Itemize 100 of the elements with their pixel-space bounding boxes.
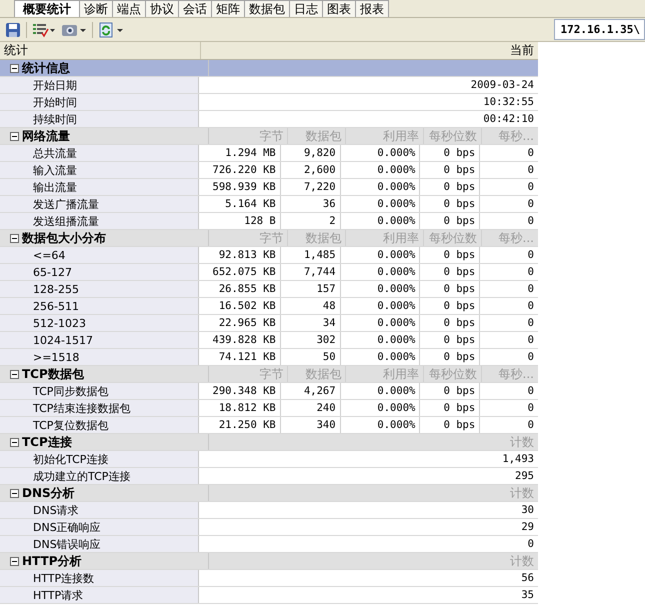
table-cell: 0.000% xyxy=(340,145,420,161)
table-cell: 598.939 KB xyxy=(199,179,281,195)
table-cell: 0 bps xyxy=(420,315,480,331)
collapse-icon[interactable] xyxy=(10,488,19,498)
table-cell: 652.075 KB xyxy=(199,264,281,280)
table-cell: 0.000% xyxy=(340,417,420,433)
row-label: TCP同步数据包 xyxy=(32,384,108,398)
save-icon[interactable] xyxy=(5,22,21,38)
table-cell: 0 bps xyxy=(420,247,480,263)
table-cell: 290.348 KB xyxy=(199,383,281,399)
table-cell-text: 1,493 xyxy=(501,452,535,467)
group-label[interactable]: TCP数据包 xyxy=(22,366,84,382)
list-dropdown-icon[interactable] xyxy=(32,22,56,38)
table-cell: 16.502 KB xyxy=(199,298,281,314)
table-cell: 0.000% xyxy=(340,315,420,331)
table-cell: 157 xyxy=(280,281,341,297)
table-cell: 0 bps xyxy=(420,179,480,195)
group-label[interactable]: 数据包大小分布 xyxy=(22,230,106,246)
row-label: DNS请求 xyxy=(32,502,79,518)
row-label: 512-1023 xyxy=(32,316,86,330)
table-cell: 0.000% xyxy=(340,213,420,229)
table-cell-text: 0 xyxy=(526,248,535,263)
table-cell: 92.813 KB xyxy=(199,247,281,263)
table-cell: 0.000% xyxy=(340,349,420,365)
table-cell: 9,820 xyxy=(280,145,341,161)
column-subheader: 计数 xyxy=(509,434,535,450)
column-subheader: 利用率 xyxy=(346,230,424,246)
group-label[interactable]: DNS分析 xyxy=(22,486,75,500)
table-cell: 240 xyxy=(280,400,341,416)
address-field[interactable]: 172.16.1.35\ xyxy=(554,19,645,40)
table-cell: 0 bps xyxy=(420,400,480,416)
row-label: 开始日期 xyxy=(32,78,77,92)
column-header[interactable]: 统计 xyxy=(0,42,201,59)
table-cell: 0 bps xyxy=(420,332,480,348)
table-cell-text: 0 xyxy=(526,265,535,280)
table-cell: 22.965 KB xyxy=(199,315,281,331)
tab[interactable]: 数据包 xyxy=(244,0,290,17)
tab[interactable]: 报表 xyxy=(355,0,389,17)
table-cell: 0.000% xyxy=(340,383,420,399)
collapse-icon[interactable] xyxy=(10,132,19,140)
table-cell: 128 B xyxy=(199,213,281,229)
tab[interactable]: 诊断 xyxy=(79,0,113,17)
table-cell: 7,220 xyxy=(280,179,341,195)
tab[interactable]: 图表 xyxy=(322,0,356,17)
table-cell-text: 0 xyxy=(526,163,535,178)
table-cell: 0.000% xyxy=(340,247,420,263)
table-cell-text: 0 xyxy=(526,197,535,212)
table-cell-text: 29 xyxy=(520,520,535,535)
table-cell: 34 xyxy=(280,315,341,331)
row-label: 256-511 xyxy=(32,298,79,314)
group-label[interactable]: 网络流量 xyxy=(22,128,70,144)
table-cell-text: 56 xyxy=(520,571,535,586)
table-cell-text: 0 xyxy=(526,350,535,365)
row-label: 持续时间 xyxy=(32,112,77,126)
group-label[interactable]: 统计信息 xyxy=(22,60,70,76)
table-cell-text: 0 xyxy=(526,180,535,195)
column-subheader: 数据包 xyxy=(288,128,346,144)
refresh-dropdown-icon[interactable] xyxy=(98,22,124,38)
table-cell: 0 bps xyxy=(420,383,480,399)
table-cell: 439.828 KB xyxy=(199,332,281,348)
tab[interactable]: 日志 xyxy=(289,0,323,17)
table-cell: 50 xyxy=(280,349,341,365)
tab[interactable]: 矩阵 xyxy=(211,0,245,17)
table-cell: 0.000% xyxy=(340,400,420,416)
table-cell: 0.000% xyxy=(340,196,420,212)
row-label: DNS正确响应 xyxy=(32,520,101,534)
table-cell: 0 bps xyxy=(420,349,480,365)
table-cell-text: 0 xyxy=(526,418,535,433)
table-cell-text: 2009-03-24 xyxy=(470,78,535,93)
collapse-icon[interactable] xyxy=(10,234,19,242)
table-cell: 1.294 MB xyxy=(199,145,281,161)
row-label: 发送组播流量 xyxy=(32,214,99,228)
row-label: HTTP连接数 xyxy=(32,570,94,586)
tab[interactable]: 端点 xyxy=(112,0,146,17)
tab[interactable]: 会话 xyxy=(178,0,212,17)
column-subheader: 利用率 xyxy=(346,128,424,144)
table-cell: 4,267 xyxy=(280,383,341,399)
table-cell-text: 0 xyxy=(526,333,535,348)
row-label: 发送广播流量 xyxy=(32,196,99,212)
row-label: >=1518 xyxy=(32,350,80,364)
table-cell-text: 0 xyxy=(526,316,535,331)
table-cell: 0 bps xyxy=(420,417,480,433)
tab[interactable]: 协议 xyxy=(145,0,179,17)
group-label[interactable]: TCP连接 xyxy=(22,434,72,450)
collapse-icon[interactable] xyxy=(10,64,19,72)
collapse-icon[interactable] xyxy=(10,438,19,446)
table-cell: 21.250 KB xyxy=(199,417,281,433)
column-subheader: 字节 xyxy=(209,230,288,246)
collapse-icon[interactable] xyxy=(10,556,19,566)
table-cell: 2 xyxy=(280,213,341,229)
table-cell: 302 xyxy=(280,332,341,348)
row-label: 开始时间 xyxy=(32,94,77,110)
tab[interactable]: 概要统计 xyxy=(14,0,80,17)
row-label: 总共流量 xyxy=(32,146,77,160)
row-label: HTTP请求 xyxy=(32,588,84,602)
table-cell-text: 10:32:55 xyxy=(482,95,535,110)
table-cell: 74.121 KB xyxy=(199,349,281,365)
column-header[interactable]: 当前 xyxy=(201,42,538,59)
group-label[interactable]: HTTP分析 xyxy=(22,554,82,568)
collapse-icon[interactable] xyxy=(10,370,19,378)
